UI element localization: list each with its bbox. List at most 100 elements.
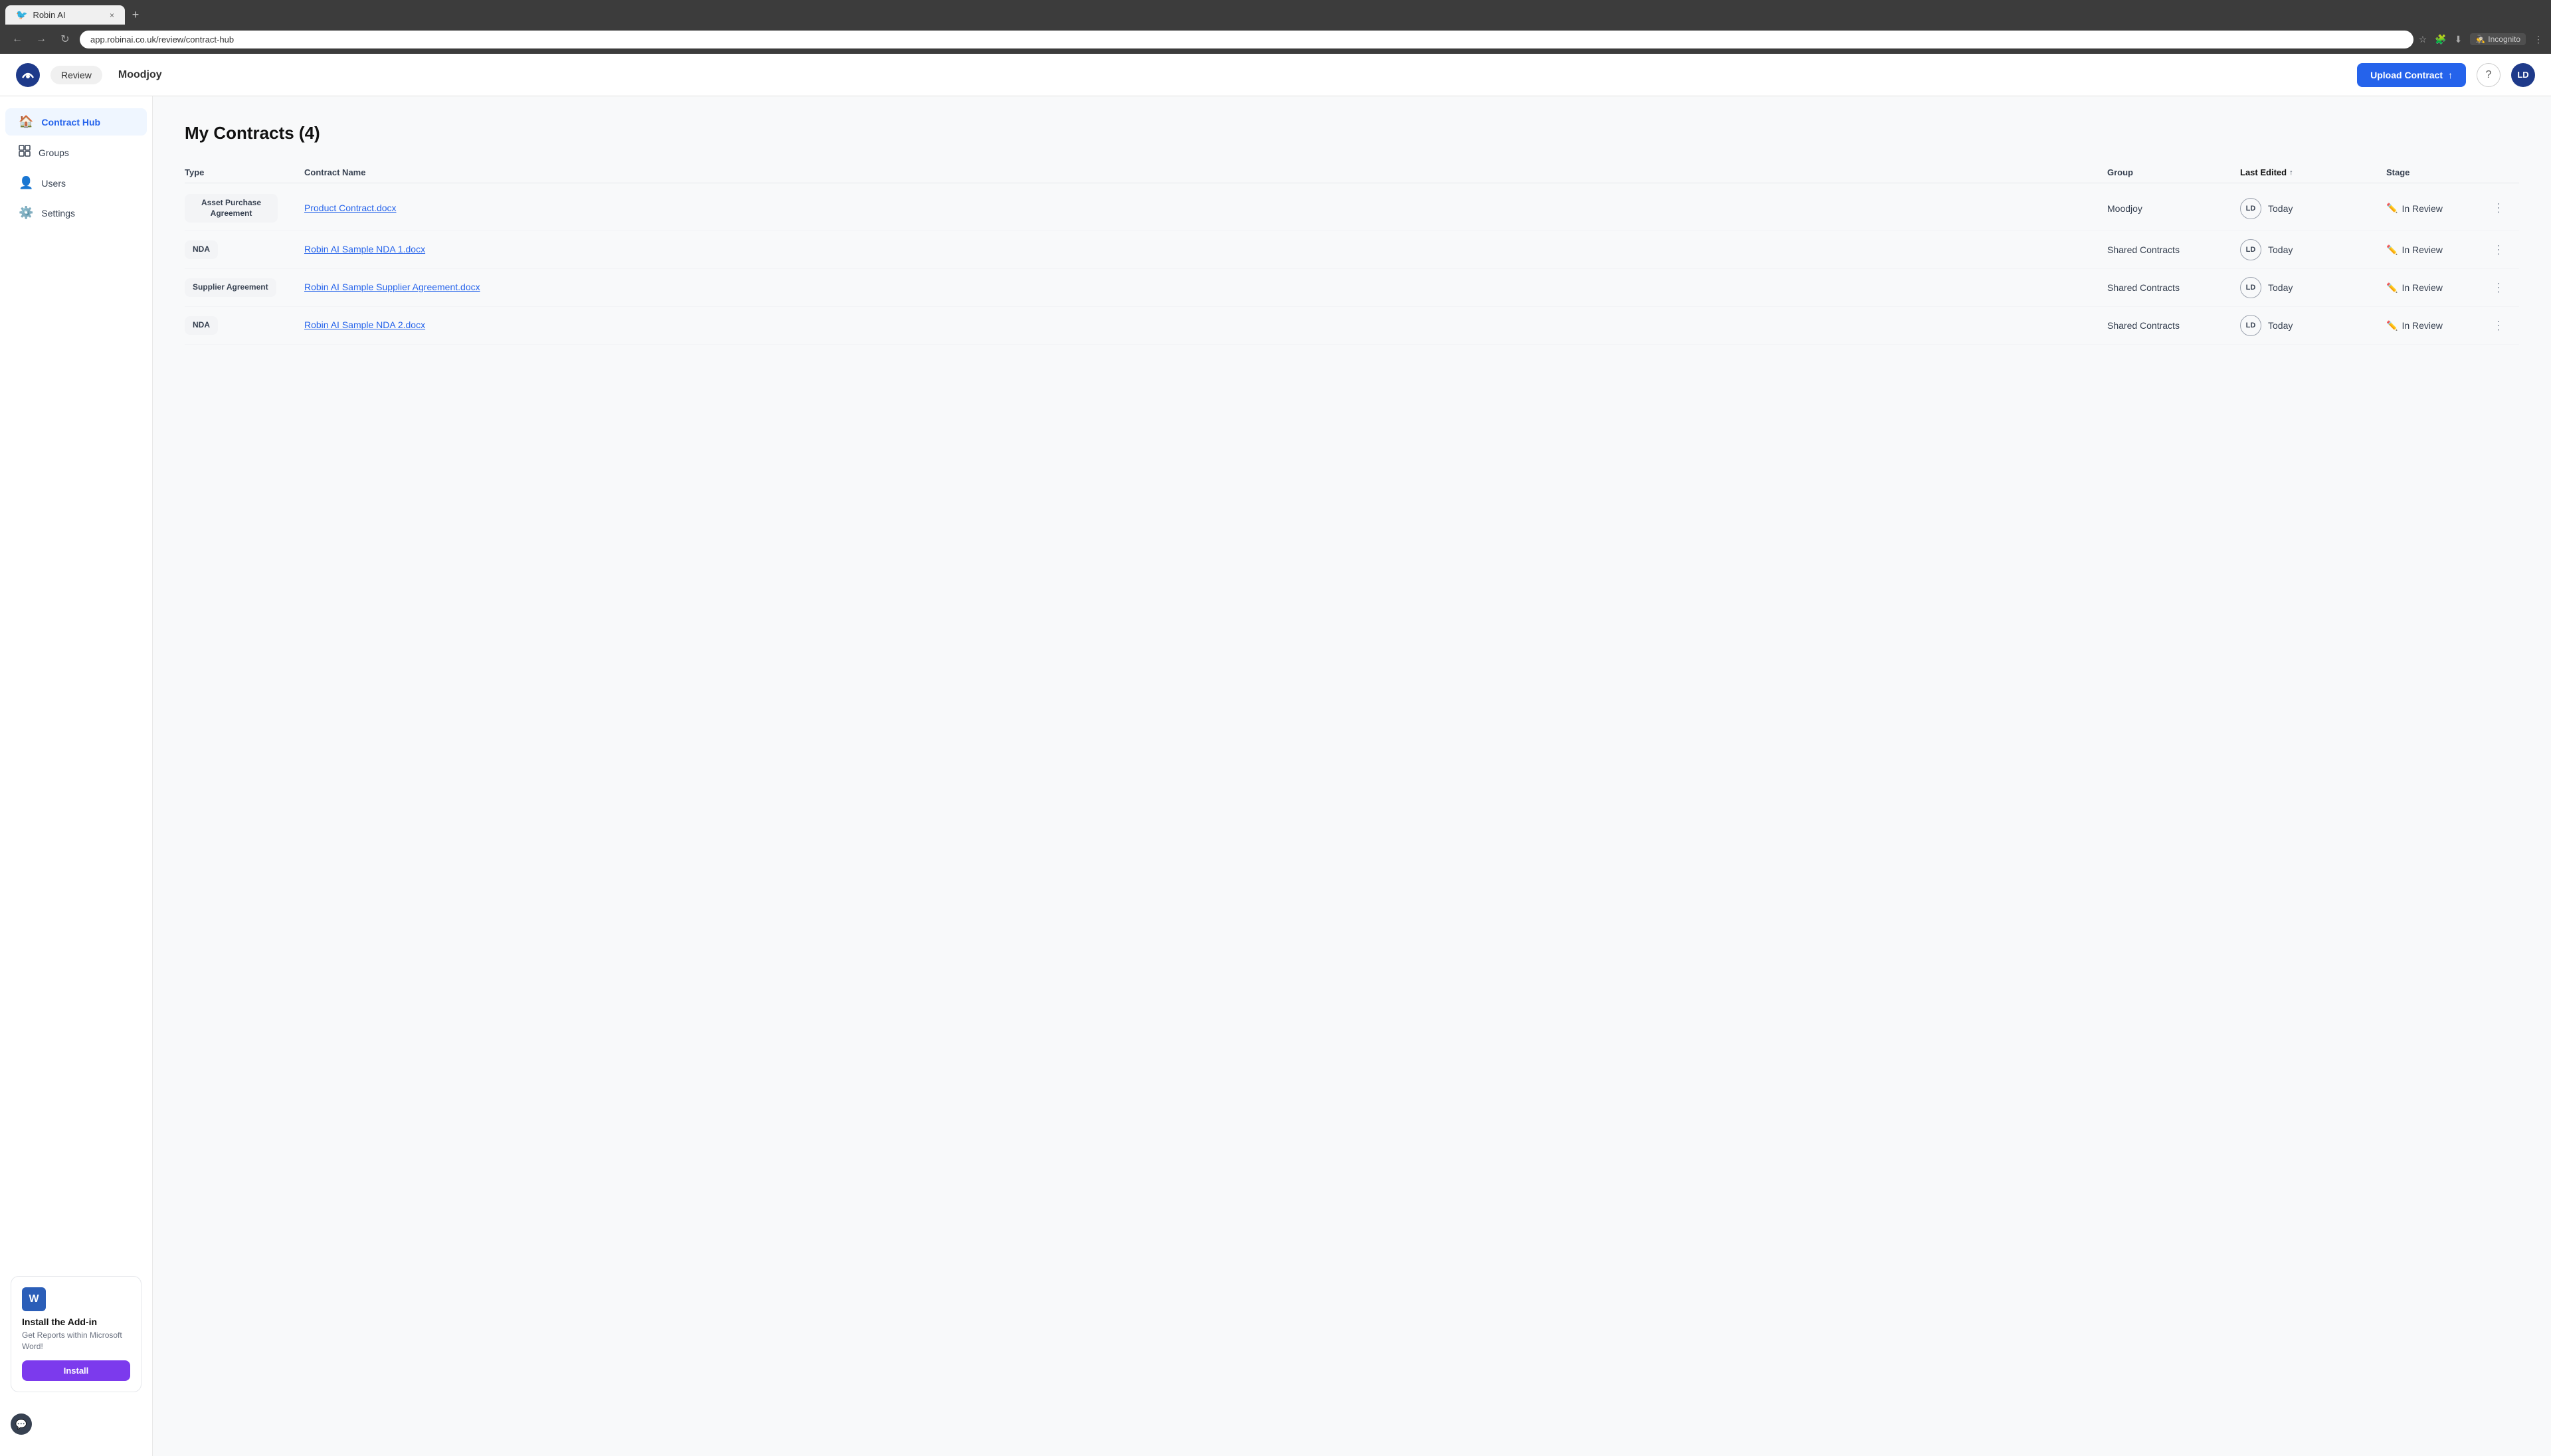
bookmark-icon[interactable]: ☆ — [2419, 34, 2427, 45]
menu-icon[interactable]: ⋮ — [2534, 34, 2543, 45]
extensions-icon[interactable]: 🧩 — [2435, 34, 2446, 45]
contract-name-cell-3: Robin AI Sample NDA 2.docx — [304, 319, 2107, 331]
upload-label: Upload Contract — [2370, 70, 2443, 80]
new-tab-button[interactable]: + — [126, 6, 145, 25]
stage-label-3: In Review — [2402, 320, 2442, 331]
stage-cell-3: ✏️ In Review — [2386, 320, 2493, 331]
download-icon[interactable]: ⬇ — [2455, 34, 2463, 45]
edit-icon-3: ✏️ — [2386, 320, 2398, 331]
table-row: Asset Purchase Agreement Product Contrac… — [185, 186, 2519, 231]
avatar-2: LD — [2240, 277, 2261, 298]
app-body: 🏠 Contract Hub Groups 👤 Users ⚙️ Setting… — [0, 96, 2551, 1456]
back-button[interactable]: ← — [8, 30, 27, 48]
addon-title: Install the Add-in — [22, 1317, 130, 1327]
type-cell-0: Asset Purchase Agreement — [185, 194, 304, 223]
app-logo — [16, 63, 40, 87]
browser-tabs: 🐦 Robin AI × + — [0, 0, 2551, 25]
install-button[interactable]: Install — [22, 1360, 130, 1381]
groups-icon — [19, 145, 31, 160]
stage-cell-0: ✏️ In Review — [2386, 203, 2493, 214]
nav-actions: ☆ 🧩 ⬇ 🕵 Incognito ⋮ — [2419, 33, 2543, 45]
forward-button[interactable]: → — [32, 30, 50, 48]
sidebar-item-groups[interactable]: Groups — [5, 138, 147, 167]
tab-label: Robin AI — [33, 10, 65, 20]
upload-icon: ↑ — [2448, 70, 2453, 80]
avatar-1: LD — [2240, 239, 2261, 260]
chat-bubble-button[interactable]: 💬 — [11, 1413, 32, 1435]
col-contract-name: Contract Name — [304, 167, 2107, 177]
avatar-0: LD — [2240, 198, 2261, 219]
home-icon: 🏠 — [19, 115, 33, 129]
sidebar-label-users: Users — [41, 178, 66, 189]
edit-icon-2: ✏️ — [2386, 282, 2398, 294]
reload-button[interactable]: ↻ — [56, 30, 74, 48]
page-title: My Contracts (4) — [185, 123, 2519, 143]
contract-name-cell-1: Robin AI Sample NDA 1.docx — [304, 244, 2107, 256]
type-cell-3: NDA — [185, 316, 304, 335]
sidebar: 🏠 Contract Hub Groups 👤 Users ⚙️ Setting… — [0, 96, 153, 1456]
last-edited-cell-0: LD Today — [2240, 198, 2386, 219]
contract-link-0[interactable]: Product Contract.docx — [304, 203, 397, 213]
help-button[interactable]: ? — [2477, 63, 2501, 87]
more-button-0[interactable]: ⋮ — [2493, 201, 2504, 215]
type-badge-1: NDA — [185, 240, 218, 259]
browser-chrome: 🐦 Robin AI × + ← → ↻ app.robinai.co.uk/r… — [0, 0, 2551, 54]
stage-label-1: In Review — [2402, 244, 2442, 255]
tab-close-button[interactable]: × — [110, 11, 114, 20]
sidebar-label-contract-hub: Contract Hub — [41, 117, 100, 128]
type-cell-1: NDA — [185, 240, 304, 259]
more-cell-0: ⋮ — [2493, 201, 2519, 215]
last-edited-cell-2: LD Today — [2240, 277, 2386, 298]
review-button[interactable]: Review — [50, 66, 102, 84]
type-cell-2: Supplier Agreement — [185, 278, 304, 297]
col-group: Group — [2107, 167, 2240, 177]
contract-name-cell-2: Robin AI Sample Supplier Agreement.docx — [304, 282, 2107, 294]
upload-contract-button[interactable]: Upload Contract ↑ — [2357, 63, 2466, 87]
incognito-icon: 🕵 — [2475, 35, 2485, 44]
more-button-3[interactable]: ⋮ — [2493, 319, 2504, 333]
stage-label-0: In Review — [2402, 203, 2442, 214]
type-badge-0: Asset Purchase Agreement — [185, 194, 278, 223]
more-button-2[interactable]: ⋮ — [2493, 281, 2504, 295]
contract-link-2[interactable]: Robin AI Sample Supplier Agreement.docx — [304, 282, 480, 292]
avatar-3: LD — [2240, 315, 2261, 336]
app-header: Review Moodjoy Upload Contract ↑ ? LD — [0, 54, 2551, 96]
more-cell-3: ⋮ — [2493, 319, 2519, 333]
user-avatar-button[interactable]: LD — [2511, 63, 2535, 87]
last-edited-cell-1: LD Today — [2240, 239, 2386, 260]
sidebar-item-settings[interactable]: ⚙️ Settings — [5, 199, 147, 227]
chat-icon: 💬 — [15, 1419, 27, 1430]
settings-icon: ⚙️ — [19, 206, 33, 220]
type-badge-2: Supplier Agreement — [185, 278, 276, 297]
stage-cell-1: ✏️ In Review — [2386, 244, 2493, 256]
table-row: NDA Robin AI Sample NDA 1.docx Shared Co… — [185, 231, 2519, 269]
sidebar-label-settings: Settings — [41, 208, 75, 219]
edit-icon-0: ✏️ — [2386, 203, 2398, 214]
active-tab[interactable]: 🐦 Robin AI × — [5, 5, 125, 25]
addon-desc: Get Reports within Microsoft Word! — [22, 1330, 130, 1352]
last-edited-cell-3: LD Today — [2240, 315, 2386, 336]
contracts-table: Type Contract Name Group Last Edited ↑ S… — [185, 162, 2519, 345]
group-cell-1: Shared Contracts — [2107, 244, 2240, 255]
last-edited-date-2: Today — [2268, 282, 2293, 293]
word-icon: W — [22, 1287, 46, 1311]
col-last-edited[interactable]: Last Edited ↑ — [2240, 167, 2386, 177]
contract-link-1[interactable]: Robin AI Sample NDA 1.docx — [304, 244, 425, 254]
brand-name: Moodjoy — [118, 69, 162, 81]
type-badge-3: NDA — [185, 316, 218, 335]
table-row: NDA Robin AI Sample NDA 2.docx Shared Co… — [185, 307, 2519, 345]
address-bar[interactable]: app.robinai.co.uk/review/contract-hub — [80, 31, 2413, 48]
more-cell-1: ⋮ — [2493, 243, 2519, 257]
table-header: Type Contract Name Group Last Edited ↑ S… — [185, 162, 2519, 183]
incognito-label: Incognito — [2488, 35, 2520, 44]
word-addon-card: W Install the Add-in Get Reports within … — [11, 1276, 142, 1392]
more-button-1[interactable]: ⋮ — [2493, 243, 2504, 257]
browser-nav: ← → ↻ app.robinai.co.uk/review/contract-… — [0, 25, 2551, 54]
group-cell-0: Moodjoy — [2107, 203, 2240, 214]
col-type: Type — [185, 167, 304, 177]
users-icon: 👤 — [19, 176, 33, 190]
stage-label-2: In Review — [2402, 282, 2442, 293]
sidebar-item-contract-hub[interactable]: 🏠 Contract Hub — [5, 108, 147, 136]
contract-link-3[interactable]: Robin AI Sample NDA 2.docx — [304, 319, 425, 330]
sidebar-item-users[interactable]: 👤 Users — [5, 169, 147, 197]
